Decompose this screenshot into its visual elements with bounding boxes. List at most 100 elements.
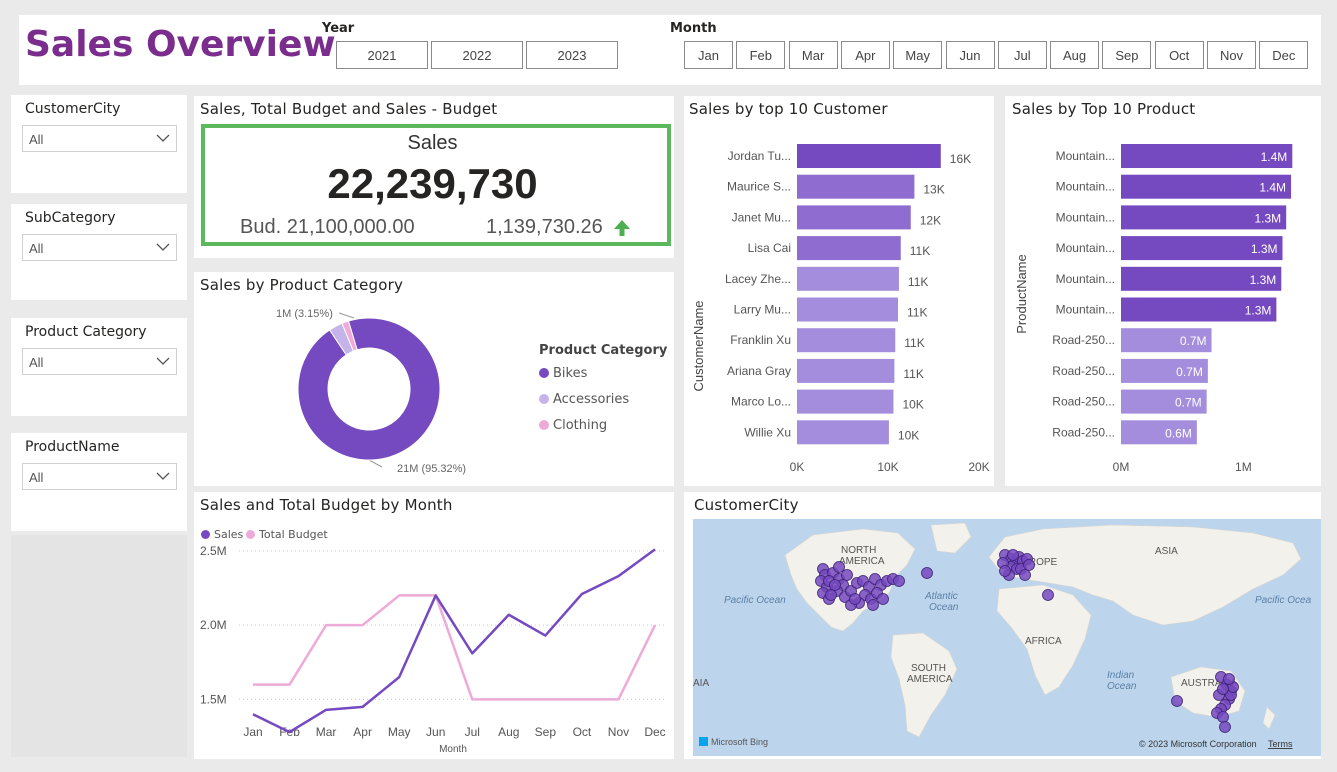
legend-item-clothing[interactable]: Clothing <box>539 418 607 433</box>
map-label-north-america-2: AMERICA <box>839 556 885 567</box>
data-label: 11K <box>907 306 927 320</box>
year-label: Year <box>322 21 355 36</box>
map-point[interactable] <box>1171 695 1183 707</box>
product-bar-card[interactable]: Sales by Top 10 Product ProductName Moun… <box>1005 96 1321 486</box>
map-point[interactable] <box>877 593 889 605</box>
customer-bar-card[interactable]: Sales by top 10 Customer CustomerName Jo… <box>684 96 994 486</box>
year-button-2023[interactable]: 2023 <box>526 41 618 69</box>
map-point[interactable] <box>841 569 853 581</box>
x-tick-label: Apr <box>353 725 372 739</box>
map-label-pacific-left: Pacific Ocean <box>724 595 786 606</box>
y-tick-label: 2.0M <box>200 618 227 632</box>
month-button-jan[interactable]: Jan <box>684 41 733 69</box>
month-button-nov[interactable]: Nov <box>1207 41 1256 69</box>
map-point[interactable] <box>893 575 905 587</box>
map-point[interactable] <box>1223 673 1235 685</box>
bar-8[interactable] <box>797 389 894 414</box>
map-point[interactable] <box>1217 711 1229 723</box>
month-button-jul[interactable]: Jul <box>997 41 1047 69</box>
slicer-subcategory: SubCategory All <box>11 204 187 300</box>
bar-2[interactable] <box>797 205 911 230</box>
product-name-dropdown[interactable]: All <box>22 463 177 490</box>
map-point[interactable] <box>867 599 879 611</box>
legend-item-bikes[interactable]: Bikes <box>539 366 587 381</box>
world-map[interactable]: NORTH AMERICA EUROPE ASIA AFRICA SOUTH A… <box>693 519 1321 756</box>
map-point[interactable] <box>829 579 841 591</box>
slicer-title: SubCategory <box>25 210 116 226</box>
slicer-product-category: Product Category All <box>11 318 187 416</box>
donut-chart: 1M (3.15%) 21M (95.32%) <box>276 308 466 475</box>
map-point[interactable] <box>1219 721 1231 733</box>
month-button-may[interactable]: May <box>893 41 943 69</box>
category-label: Maurice S... <box>727 180 791 194</box>
category-label: Mountain... <box>1056 272 1115 286</box>
year-button-2021[interactable]: 2021 <box>336 41 428 69</box>
month-button-sep[interactable]: Sep <box>1102 41 1152 69</box>
month-button-oct[interactable]: Oct <box>1154 41 1204 69</box>
kpi-label: Sales <box>407 132 458 154</box>
map-point[interactable] <box>825 589 837 601</box>
data-label: 10K <box>902 398 923 412</box>
subcategory-dropdown[interactable]: All <box>22 234 177 261</box>
category-label: Lisa Cai <box>748 241 791 255</box>
bar-5[interactable] <box>797 297 899 322</box>
map-point[interactable] <box>1217 683 1229 695</box>
month-button-dec[interactable]: Dec <box>1259 41 1309 69</box>
data-label: 0.7M <box>1175 396 1202 410</box>
line-series-total-budget[interactable] <box>253 594 657 701</box>
line-series-sales[interactable] <box>252 548 656 734</box>
month-button-apr[interactable]: Apr <box>840 41 890 69</box>
month-button-feb[interactable]: Feb <box>736 41 786 69</box>
map-card[interactable]: CustomerCity NORTH AMERICA EUROPE ASIA A… <box>684 492 1321 759</box>
map-point[interactable] <box>999 565 1011 577</box>
data-label: 1.4M <box>1259 181 1286 195</box>
map-label-pacific-right: Pacific Ocea <box>1255 595 1312 606</box>
month-button-mar[interactable]: Mar <box>788 41 838 69</box>
category-label: Larry Mu... <box>734 303 791 317</box>
dropdown-value: All <box>29 355 44 370</box>
map-point[interactable] <box>921 567 933 579</box>
slicer-customer-city: CustomerCity All <box>11 95 187 193</box>
bar-9[interactable] <box>797 420 889 445</box>
category-label: Road-250... <box>1052 333 1115 347</box>
legend-label: Clothing <box>553 418 608 433</box>
month-button-jun[interactable]: Jun <box>945 41 995 69</box>
product-axis-title: ProductName <box>1014 254 1029 333</box>
map-label-indian: Indian <box>1107 670 1135 681</box>
map-point[interactable] <box>849 593 861 605</box>
map-point[interactable] <box>1007 549 1019 561</box>
map-terms-link[interactable]: Terms <box>1268 739 1293 749</box>
category-label: Road-250... <box>1052 395 1115 409</box>
bar-3[interactable] <box>797 236 901 261</box>
x-tick-label: Mar <box>316 725 337 739</box>
arrow-up-icon <box>614 220 630 236</box>
bar-1[interactable] <box>797 174 915 199</box>
donut-slice-bikes[interactable] <box>297 317 441 461</box>
dropdown-value: All <box>29 470 44 485</box>
bar-0[interactable] <box>797 144 941 168</box>
map-point[interactable] <box>1042 589 1054 601</box>
bar-6[interactable] <box>797 328 896 353</box>
month-button-aug[interactable]: Aug <box>1050 41 1100 69</box>
map-label-north-america: NORTH <box>841 545 876 556</box>
bar-4[interactable] <box>797 266 899 291</box>
category-label: Janet Mu... <box>732 210 791 224</box>
data-label: 0.7M <box>1176 365 1203 379</box>
data-label: 1.3M <box>1254 211 1281 225</box>
category-label: Ariana Gray <box>727 364 791 378</box>
map-point[interactable] <box>1019 569 1031 581</box>
x-tick-label: 0K <box>790 460 805 474</box>
x-tick-label: Dec <box>644 725 665 739</box>
customer-city-dropdown[interactable]: All <box>22 125 177 152</box>
product-category-dropdown[interactable]: All <box>22 348 177 375</box>
donut-leader-big <box>368 459 383 468</box>
donut-card[interactable]: Sales by Product Category 1M (3.15%) 21M… <box>194 272 674 486</box>
line-xlabel: Month <box>439 744 467 755</box>
data-label: 13K <box>923 183 944 197</box>
kpi-card[interactable]: Sales, Total Budget and Sales - Budget S… <box>194 96 674 258</box>
legend-item-accessories[interactable]: Accessories <box>539 392 629 407</box>
monthly-line-card[interactable]: Sales and Total Budget by Month Sales Tot… <box>194 492 674 759</box>
year-button-2022[interactable]: 2022 <box>431 41 523 69</box>
map-point[interactable] <box>1023 559 1035 571</box>
bar-7[interactable] <box>797 358 895 383</box>
